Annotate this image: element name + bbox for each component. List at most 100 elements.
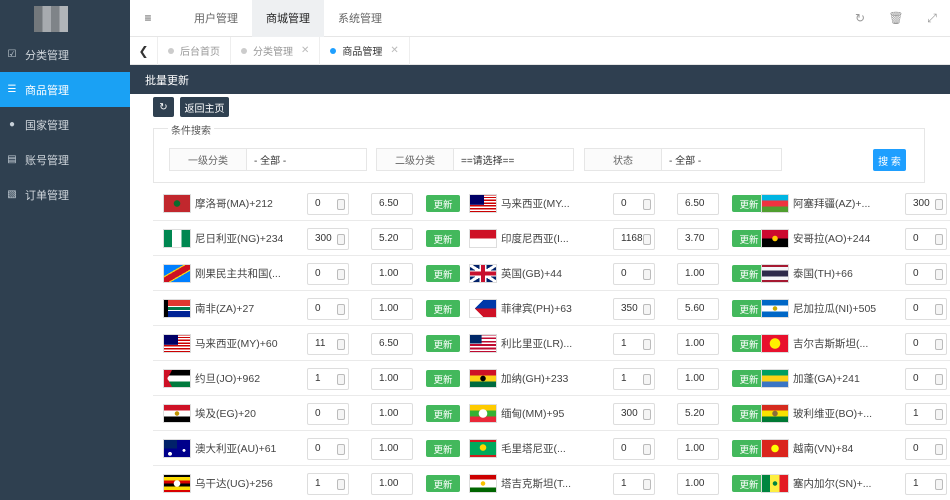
stepper-icon[interactable]: [337, 338, 345, 350]
stepper-icon[interactable]: [643, 233, 651, 245]
fullscreen-icon[interactable]: ⤢: [914, 11, 950, 26]
price-input[interactable]: 1.00: [677, 437, 719, 460]
stepper-icon[interactable]: [935, 443, 943, 455]
stock-input[interactable]: 0: [905, 437, 947, 460]
stepper-icon[interactable]: [935, 408, 943, 420]
stepper-icon[interactable]: [643, 373, 651, 385]
price-input[interactable]: 1.00: [371, 297, 413, 320]
stock-input[interactable]: 350: [613, 297, 655, 320]
price-input[interactable]: 1.00: [677, 332, 719, 355]
close-icon[interactable]: ✕: [301, 45, 309, 56]
stock-input[interactable]: 1: [307, 367, 349, 390]
stepper-icon[interactable]: [935, 478, 943, 490]
stepper-icon[interactable]: [643, 268, 651, 280]
price-input[interactable]: 1.00: [371, 472, 413, 495]
chevron-left-icon[interactable]: ❮: [130, 36, 158, 65]
stock-input[interactable]: 0: [613, 192, 655, 215]
page-tab-category[interactable]: 分类管理 ✕: [231, 36, 321, 65]
stock-input[interactable]: 0: [307, 437, 349, 460]
category2-select[interactable]: ==请选择==: [454, 148, 574, 171]
update-button[interactable]: 更新: [426, 440, 460, 457]
stock-input[interactable]: 1: [613, 367, 655, 390]
top-tab-system[interactable]: 系统管理: [324, 0, 396, 37]
stock-input[interactable]: 0: [905, 227, 947, 250]
stepper-icon[interactable]: [935, 268, 943, 280]
stock-input[interactable]: 1: [307, 472, 349, 495]
stepper-icon[interactable]: [337, 303, 345, 315]
stock-input[interactable]: 0: [613, 262, 655, 285]
sidebar-item-1[interactable]: ☰ 商品管理: [0, 72, 130, 107]
price-input[interactable]: 5.60: [677, 297, 719, 320]
stock-input[interactable]: 1: [905, 402, 947, 425]
price-input[interactable]: 3.70: [677, 227, 719, 250]
price-input[interactable]: 1.00: [371, 402, 413, 425]
stock-input[interactable]: 0: [307, 297, 349, 320]
stepper-icon[interactable]: [643, 303, 651, 315]
stock-input[interactable]: 0: [905, 332, 947, 355]
category1-select[interactable]: - 全部 -: [247, 148, 367, 171]
price-input[interactable]: 1.00: [677, 367, 719, 390]
price-input[interactable]: 1.00: [371, 262, 413, 285]
stock-input[interactable]: 0: [307, 402, 349, 425]
stepper-icon[interactable]: [337, 198, 345, 210]
price-input[interactable]: 6.50: [371, 192, 413, 215]
stock-input[interactable]: 11: [307, 332, 349, 355]
menu-toggle-icon[interactable]: ≡: [130, 0, 166, 37]
stock-input[interactable]: 0: [307, 192, 349, 215]
price-input[interactable]: 1.00: [371, 437, 413, 460]
close-icon[interactable]: ✕: [390, 45, 398, 56]
stepper-icon[interactable]: [337, 408, 345, 420]
price-input[interactable]: 1.00: [677, 262, 719, 285]
stepper-icon[interactable]: [643, 338, 651, 350]
page-tab-home[interactable]: 后台首页: [158, 36, 231, 65]
trash-icon[interactable]: 🗑: [878, 11, 914, 25]
stepper-icon[interactable]: [337, 373, 345, 385]
stepper-icon[interactable]: [337, 443, 345, 455]
update-button[interactable]: 更新: [426, 335, 460, 352]
update-button[interactable]: 更新: [426, 195, 460, 212]
stepper-icon[interactable]: [935, 198, 943, 210]
top-tab-user[interactable]: 用户管理: [180, 0, 252, 37]
stepper-icon[interactable]: [935, 233, 943, 245]
status-select[interactable]: - 全部 -: [662, 148, 782, 171]
stepper-icon[interactable]: [935, 338, 943, 350]
stock-input[interactable]: 300: [613, 402, 655, 425]
update-button[interactable]: 更新: [426, 265, 460, 282]
update-button[interactable]: 更新: [426, 300, 460, 317]
page-tab-goods[interactable]: 商品管理 ✕: [320, 36, 410, 65]
stock-input[interactable]: 0: [613, 437, 655, 460]
stock-input[interactable]: 1: [613, 332, 655, 355]
update-button[interactable]: 更新: [426, 405, 460, 422]
sidebar-item-3[interactable]: ▤ 账号管理: [0, 142, 130, 177]
sidebar-item-4[interactable]: ▧ 订单管理: [0, 177, 130, 212]
update-button[interactable]: 更新: [426, 475, 460, 492]
search-button[interactable]: 搜 索: [873, 149, 906, 171]
price-input[interactable]: 1.00: [677, 472, 719, 495]
stepper-icon[interactable]: [643, 478, 651, 490]
update-button[interactable]: 更新: [426, 230, 460, 247]
sidebar-item-2[interactable]: ● 国家管理: [0, 107, 130, 142]
stepper-icon[interactable]: [337, 478, 345, 490]
refresh-button[interactable]: ↻: [153, 97, 174, 117]
stock-input[interactable]: 0: [307, 262, 349, 285]
stock-input[interactable]: 1168: [613, 227, 655, 250]
stepper-icon[interactable]: [935, 373, 943, 385]
stock-input[interactable]: 300: [905, 192, 947, 215]
stock-input[interactable]: 0: [905, 297, 947, 320]
stock-input[interactable]: 0: [905, 262, 947, 285]
stepper-icon[interactable]: [643, 198, 651, 210]
stock-input[interactable]: 1: [613, 472, 655, 495]
stepper-icon[interactable]: [643, 408, 651, 420]
price-input[interactable]: 5.20: [371, 227, 413, 250]
sidebar-item-0[interactable]: ☑ 分类管理: [0, 37, 130, 72]
stock-input[interactable]: 1: [905, 472, 947, 495]
stock-input[interactable]: 300: [307, 227, 349, 250]
price-input[interactable]: 1.00: [371, 367, 413, 390]
refresh-icon[interactable]: ↻: [842, 11, 878, 25]
stepper-icon[interactable]: [935, 303, 943, 315]
price-input[interactable]: 5.20: [677, 402, 719, 425]
stepper-icon[interactable]: [337, 268, 345, 280]
back-home-button[interactable]: 返回主页: [180, 97, 229, 117]
update-button[interactable]: 更新: [426, 370, 460, 387]
stepper-icon[interactable]: [337, 233, 345, 245]
